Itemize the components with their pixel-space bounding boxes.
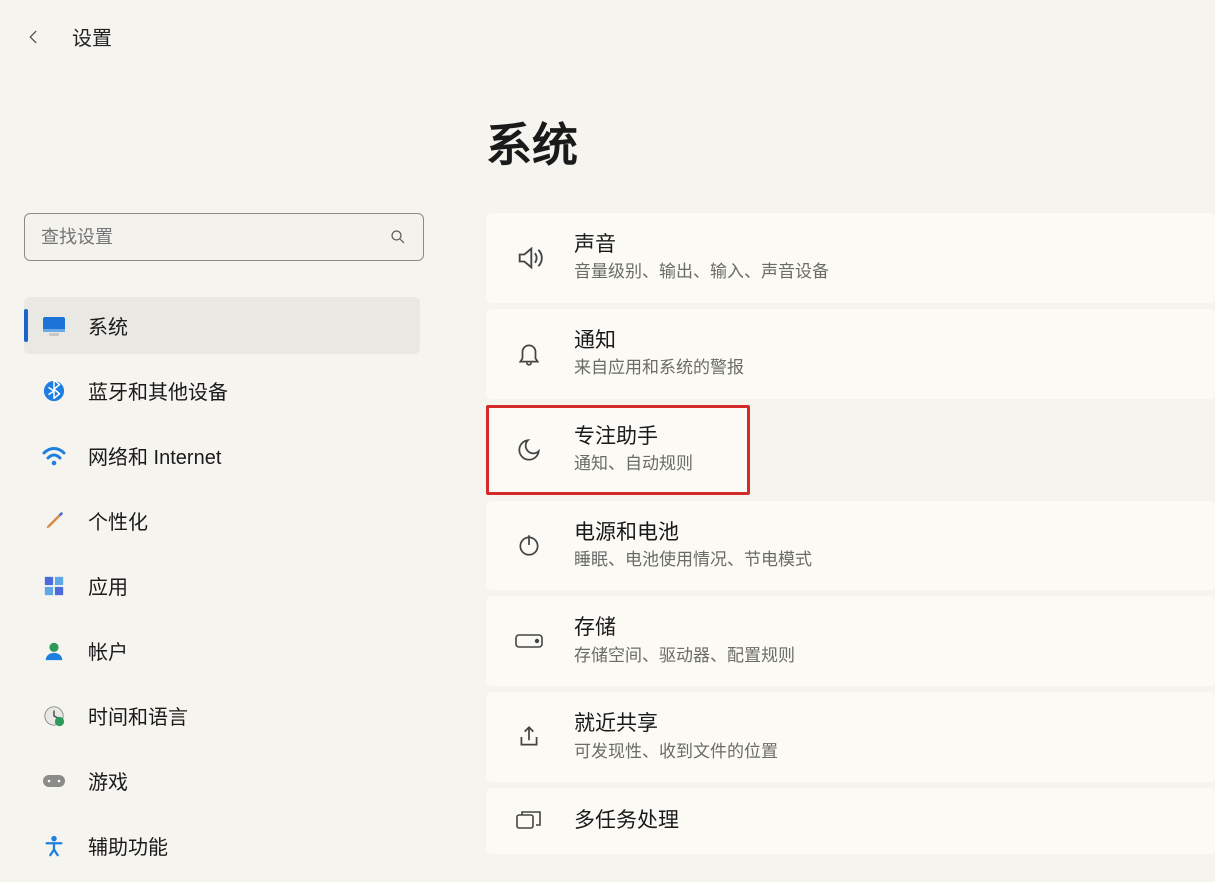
wifi-icon (42, 444, 66, 468)
sidebar-item-accessibility[interactable]: 辅助功能 (24, 817, 420, 874)
share-icon (514, 722, 544, 752)
panel-title: 就近共享 (574, 710, 778, 738)
panel-nearby-sharing[interactable]: 就近共享 可发现性、收到文件的位置 (486, 692, 1215, 782)
sidebar-item-label: 帐户 (88, 636, 128, 665)
sidebar-item-label: 系统 (88, 311, 128, 340)
gamepad-icon (42, 769, 66, 793)
panel-title: 通知 (574, 327, 744, 355)
bluetooth-icon (42, 379, 66, 403)
panel-title: 存储 (574, 614, 795, 642)
panel-sound[interactable]: 声音 音量级别、输出、输入、声音设备 (486, 213, 1215, 303)
paintbrush-icon (42, 509, 66, 533)
sidebar-item-label: 辅助功能 (88, 831, 168, 860)
sidebar: 系统 蓝牙和其他设备 网络和 Internet 个性化 (0, 73, 440, 882)
clock-globe-icon (42, 704, 66, 728)
panel-subtitle: 来自应用和系统的警报 (574, 355, 744, 381)
app-title: 设置 (72, 22, 112, 51)
panel-focus-assist[interactable]: 专注助手 通知、自动规则 (486, 405, 750, 495)
apps-icon (42, 574, 66, 598)
search-input[interactable] (41, 227, 389, 248)
panel-storage[interactable]: 存储 存储空间、驱动器、配置规则 (486, 596, 1215, 686)
power-icon (514, 530, 544, 560)
panel-subtitle: 睡眠、电池使用情况、节电模式 (574, 547, 812, 573)
sidebar-item-gaming[interactable]: 游戏 (24, 752, 420, 809)
panel-subtitle: 存储空间、驱动器、配置规则 (574, 643, 795, 669)
sidebar-item-label: 时间和语言 (88, 701, 188, 730)
panel-title: 声音 (574, 231, 829, 259)
sidebar-item-bluetooth[interactable]: 蓝牙和其他设备 (24, 362, 420, 419)
nav-list: 系统 蓝牙和其他设备 网络和 Internet 个性化 (24, 297, 420, 874)
main-content: 系统 声音 音量级别、输出、输入、声音设备 通知 来自应用和系统的警报 (440, 73, 1215, 882)
accessibility-icon (42, 834, 66, 858)
arrow-left-icon (25, 28, 43, 46)
sidebar-item-label: 网络和 Internet (88, 441, 221, 470)
multitask-icon (514, 806, 544, 836)
sidebar-item-accounts[interactable]: 帐户 (24, 622, 420, 679)
sidebar-item-system[interactable]: 系统 (24, 297, 420, 354)
bell-icon (514, 339, 544, 369)
sidebar-item-label: 游戏 (88, 766, 128, 795)
sidebar-item-label: 蓝牙和其他设备 (88, 376, 228, 405)
person-icon (42, 639, 66, 663)
search-box[interactable] (24, 213, 424, 261)
sidebar-item-network[interactable]: 网络和 Internet (24, 427, 420, 484)
panel-title: 多任务处理 (574, 807, 679, 835)
back-button[interactable] (24, 27, 44, 47)
sidebar-item-personalization[interactable]: 个性化 (24, 492, 420, 549)
sidebar-item-label: 个性化 (88, 506, 148, 535)
title-bar: 设置 (0, 0, 1215, 73)
panel-notifications[interactable]: 通知 来自应用和系统的警报 (486, 309, 1215, 399)
speaker-icon (514, 243, 544, 273)
sidebar-item-apps[interactable]: 应用 (24, 557, 420, 614)
panel-subtitle: 音量级别、输出、输入、声音设备 (574, 259, 829, 285)
moon-icon (514, 435, 544, 465)
page-title: 系统 (486, 109, 1215, 175)
panel-power-battery[interactable]: 电源和电池 睡眠、电池使用情况、节电模式 (486, 501, 1215, 591)
sidebar-item-label: 应用 (88, 571, 128, 600)
search-icon (389, 228, 407, 246)
panel-multitasking[interactable]: 多任务处理 (486, 788, 1215, 854)
monitor-icon (42, 314, 66, 338)
drive-icon (514, 626, 544, 656)
panel-title: 电源和电池 (574, 519, 812, 547)
panel-title: 专注助手 (574, 423, 693, 451)
panel-subtitle: 通知、自动规则 (574, 451, 693, 477)
sidebar-item-time-language[interactable]: 时间和语言 (24, 687, 420, 744)
panel-subtitle: 可发现性、收到文件的位置 (574, 739, 778, 765)
